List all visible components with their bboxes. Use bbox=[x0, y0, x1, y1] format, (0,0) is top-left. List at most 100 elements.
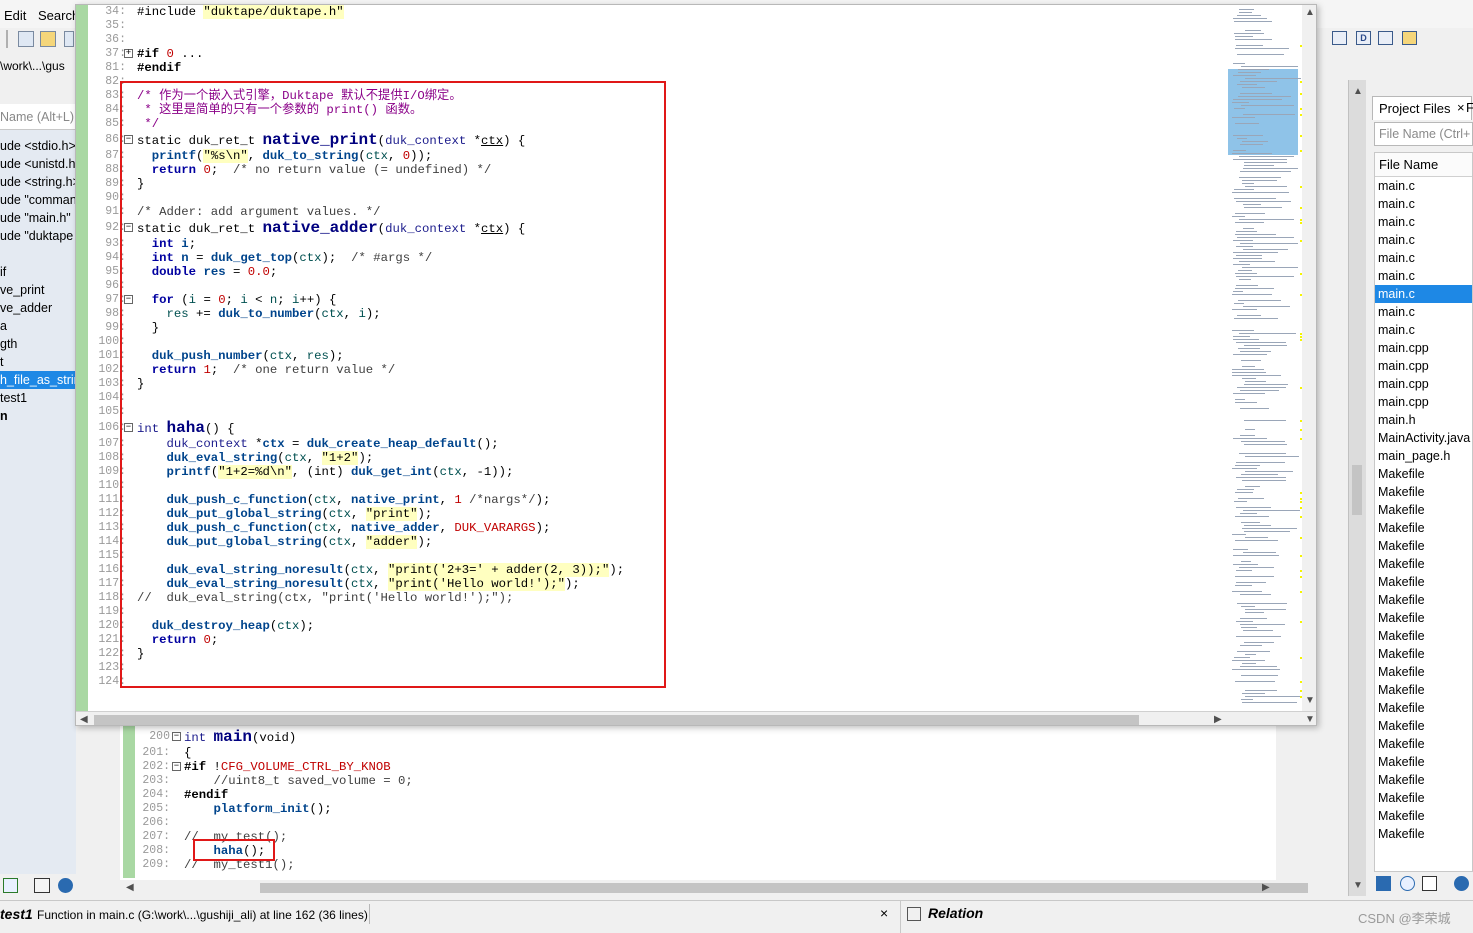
popup-scroll-up-icon[interactable]: ▲ bbox=[1305, 7, 1315, 18]
project-scroll-thumb[interactable] bbox=[1352, 465, 1362, 515]
sync-icon[interactable] bbox=[1376, 876, 1391, 891]
project-file-row[interactable]: Makefile bbox=[1375, 591, 1472, 609]
project-file-row[interactable]: Makefile bbox=[1375, 717, 1472, 735]
symbol-list-item[interactable]: ude <string.h> bbox=[0, 173, 76, 191]
project-file-row[interactable]: Makefile bbox=[1375, 627, 1472, 645]
project-file-row[interactable]: main_page.h bbox=[1375, 447, 1472, 465]
collapse-fold-icon[interactable]: − bbox=[124, 423, 133, 432]
symbol-list-item[interactable]: t bbox=[0, 353, 76, 371]
background-code-editor[interactable]: 200− int main(void) 201:{202: − #if !CFG_VOL… bbox=[120, 726, 1276, 882]
project-file-row[interactable]: Makefile bbox=[1375, 555, 1472, 573]
symbol-list-item[interactable]: ve_print bbox=[0, 281, 76, 299]
project-file-row[interactable]: Makefile bbox=[1375, 699, 1472, 717]
project-file-row[interactable]: Makefile bbox=[1375, 483, 1472, 501]
collapse-fold-icon[interactable]: − bbox=[124, 223, 133, 232]
symbol-list-item[interactable]: ude "comman bbox=[0, 191, 76, 209]
project-file-row[interactable]: main.c bbox=[1375, 303, 1472, 321]
project-file-row[interactable]: Makefile bbox=[1375, 735, 1472, 753]
symbol-search-input[interactable]: Name (Alt+L) bbox=[0, 104, 76, 130]
project-panel-splitter[interactable]: ▲ ▼ bbox=[1348, 80, 1366, 896]
scroll-right-icon[interactable]: ▶ bbox=[1262, 882, 1270, 893]
project-file-row[interactable]: main.cpp bbox=[1375, 339, 1472, 357]
project-file-row[interactable]: Makefile bbox=[1375, 645, 1472, 663]
project-file-row[interactable]: main.cpp bbox=[1375, 375, 1472, 393]
expand-fold-icon[interactable]: + bbox=[124, 49, 133, 58]
popup-scroll-right-icon[interactable]: ▶ bbox=[1214, 714, 1222, 725]
symbol-list-item[interactable]: a bbox=[0, 317, 76, 335]
project-file-row[interactable]: MainActivity.java bbox=[1375, 429, 1472, 447]
collapse-fold-icon[interactable]: − bbox=[124, 135, 133, 144]
popup-hscroll-thumb[interactable] bbox=[94, 715, 1139, 725]
symbol-preview-window[interactable]: 34: #include "duktape/duktape.h" 35: 36: 37:… bbox=[75, 4, 1317, 726]
project-file-row[interactable]: main.c bbox=[1375, 267, 1472, 285]
new-file-icon[interactable] bbox=[18, 31, 34, 47]
panel-icon[interactable] bbox=[1378, 31, 1393, 45]
project-file-row[interactable]: main.c bbox=[1375, 285, 1472, 303]
refresh-icon[interactable] bbox=[1400, 876, 1415, 891]
project-file-row[interactable]: Makefile bbox=[1375, 753, 1472, 771]
project-file-row[interactable]: main.h bbox=[1375, 411, 1472, 429]
project-file-row[interactable]: main.c bbox=[1375, 249, 1472, 267]
settings-gear-icon[interactable] bbox=[58, 878, 73, 893]
project-file-row[interactable]: main.cpp bbox=[1375, 393, 1472, 411]
symbol-list-item[interactable]: ude <unistd.h> bbox=[0, 155, 76, 173]
collapse-fold-icon[interactable]: − bbox=[172, 732, 181, 741]
scroll-up-icon[interactable]: ▲ bbox=[1353, 86, 1363, 97]
popup-horizontal-scrollbar[interactable]: ◀ ▶ ▼ bbox=[76, 711, 1316, 725]
project-file-row[interactable]: Makefile bbox=[1375, 537, 1472, 555]
d-icon[interactable]: D bbox=[1356, 31, 1371, 45]
save-icon[interactable] bbox=[64, 31, 74, 47]
project-file-row[interactable]: Makefile bbox=[1375, 519, 1472, 537]
popup-code-area[interactable]: 34: #include "duktape/duktape.h" 35: 36: 37:… bbox=[88, 5, 1228, 711]
symbol-list-item[interactable]: ve_adder bbox=[0, 299, 76, 317]
background-editor-hscroll[interactable]: ◀ ▶ bbox=[120, 880, 1308, 896]
tab-project-files[interactable]: Project Files × bbox=[1372, 96, 1472, 120]
status-close-icon[interactable]: × bbox=[880, 905, 888, 921]
menu-search[interactable]: Search bbox=[38, 8, 79, 23]
project-file-row[interactable]: main.c bbox=[1375, 213, 1472, 231]
project-file-row[interactable]: Makefile bbox=[1375, 663, 1472, 681]
menu-edit[interactable]: Edit bbox=[4, 8, 26, 23]
project-file-row[interactable]: Makefile bbox=[1375, 609, 1472, 627]
bookmark-icon[interactable] bbox=[1402, 31, 1417, 45]
popup-scroll-down-icon[interactable]: ▼ bbox=[1305, 695, 1315, 706]
symbol-list-item[interactable]: if bbox=[0, 263, 76, 281]
project-file-row[interactable]: Makefile bbox=[1375, 807, 1472, 825]
symbol-list-item[interactable]: n bbox=[0, 407, 76, 425]
project-file-row[interactable]: main.c bbox=[1375, 195, 1472, 213]
symbol-list-item[interactable]: ude <stdio.h> bbox=[0, 137, 76, 155]
collapse-fold-icon[interactable]: − bbox=[172, 762, 181, 771]
symbol-list-item[interactable]: gth bbox=[0, 335, 76, 353]
book-icon[interactable] bbox=[34, 878, 50, 893]
symbol-list-item[interactable]: ude "duktape bbox=[0, 227, 76, 245]
symbol-list-item[interactable] bbox=[0, 245, 76, 263]
popup-vertical-scrollbar[interactable]: ▲ ▼ bbox=[1302, 5, 1316, 711]
project-file-row[interactable]: Makefile bbox=[1375, 681, 1472, 699]
project-file-row[interactable]: Makefile bbox=[1375, 573, 1472, 591]
popup-scroll-down-corner-icon[interactable]: ▼ bbox=[1305, 714, 1315, 725]
project-file-row[interactable]: Makefile bbox=[1375, 465, 1472, 483]
symbols-icon[interactable] bbox=[3, 878, 18, 893]
scroll-left-icon[interactable]: ◀ bbox=[126, 882, 134, 893]
project-file-row[interactable]: Makefile bbox=[1375, 501, 1472, 519]
project-file-row[interactable]: main.c bbox=[1375, 231, 1472, 249]
file-name-filter-input[interactable]: File Name (Ctrl+ bbox=[1374, 122, 1473, 146]
collapse-fold-icon[interactable]: − bbox=[124, 295, 133, 304]
popup-scroll-left-icon[interactable]: ◀ bbox=[80, 714, 88, 725]
tab-second[interactable]: F bbox=[1466, 96, 1473, 115]
symbol-list-item[interactable]: h_file_as_strin bbox=[0, 371, 76, 389]
list-icon[interactable] bbox=[1422, 876, 1437, 891]
file-name-column-header[interactable]: File Name bbox=[1375, 153, 1472, 177]
tab-close-icon[interactable]: × bbox=[1457, 100, 1465, 115]
project-settings-gear-icon[interactable] bbox=[1454, 876, 1469, 891]
project-file-row[interactable]: Makefile bbox=[1375, 789, 1472, 807]
project-file-row[interactable]: Makefile bbox=[1375, 825, 1472, 843]
symbol-list-item[interactable]: test1 bbox=[0, 389, 76, 407]
symbol-list-item[interactable]: ude "main.h" bbox=[0, 209, 76, 227]
hscroll-thumb[interactable] bbox=[260, 883, 1308, 893]
project-file-row[interactable]: main.cpp bbox=[1375, 357, 1472, 375]
project-file-row[interactable]: Makefile bbox=[1375, 771, 1472, 789]
scroll-down-icon[interactable]: ▼ bbox=[1353, 880, 1363, 891]
window-icon[interactable] bbox=[1332, 31, 1347, 45]
open-folder-icon[interactable] bbox=[40, 31, 56, 47]
